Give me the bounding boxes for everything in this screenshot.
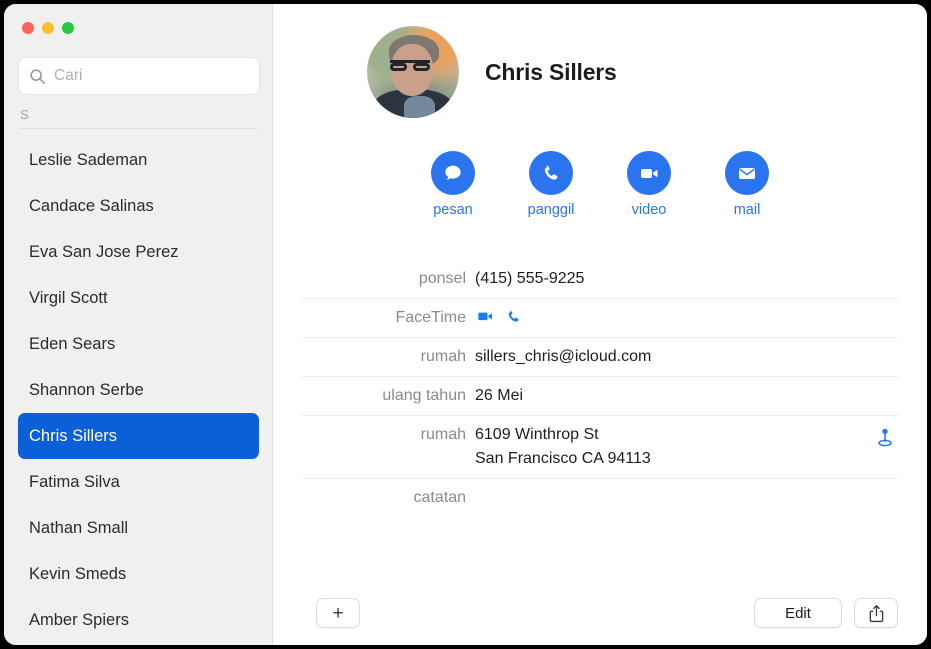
mail-button-circle — [725, 151, 769, 195]
field-label: ponsel — [302, 267, 475, 291]
share-button[interactable] — [854, 598, 898, 628]
contact-detail-pane: Chris Sillers pesan panggil — [273, 4, 927, 645]
call-button-circle — [529, 151, 573, 195]
field-label: rumah — [302, 345, 475, 369]
bottom-toolbar: + Edit — [273, 597, 927, 629]
section-header-s: S — [20, 107, 258, 129]
sidebar: S Leslie Sademan Candace Salinas Eva San… — [4, 4, 273, 645]
search-icon — [29, 68, 46, 85]
search-input[interactable] — [54, 67, 249, 85]
field-value: 26 Mei — [475, 384, 898, 408]
message-button-circle — [431, 151, 475, 195]
call-button[interactable]: panggil — [528, 151, 574, 218]
address-line-2: San Francisco CA 94113 — [475, 447, 651, 471]
zoom-button[interactable] — [62, 22, 74, 34]
message-bubble-icon — [441, 161, 465, 185]
list-item[interactable]: Shannon Serbe — [18, 367, 259, 413]
close-button[interactable] — [22, 22, 34, 34]
contact-fields: ponsel (415) 555-9225 FaceTime rumah — [302, 260, 898, 517]
share-icon — [868, 604, 885, 623]
contact-header: Chris Sillers — [367, 26, 617, 118]
contacts-window: S Leslie Sademan Candace Salinas Eva San… — [4, 4, 927, 645]
edit-button[interactable]: Edit — [754, 598, 842, 628]
message-button[interactable]: pesan — [430, 151, 476, 218]
add-contact-button[interactable]: + — [316, 598, 360, 628]
facetime-video-icon[interactable] — [475, 306, 495, 326]
message-button-label: pesan — [433, 202, 473, 218]
list-item-selected[interactable]: Chris Sillers — [18, 413, 259, 459]
avatar[interactable] — [367, 26, 459, 118]
avatar-glasses — [390, 60, 430, 71]
video-button-circle — [627, 151, 671, 195]
page-title: Chris Sillers — [485, 59, 617, 86]
list-item[interactable]: Fatima Silva — [18, 459, 259, 505]
list-item[interactable]: Eden Sears — [18, 321, 259, 367]
field-row-email[interactable]: rumah sillers_chris@icloud.com — [302, 338, 898, 377]
facetime-audio-icon[interactable] — [505, 308, 522, 325]
list-item[interactable]: Nathan Small — [18, 505, 259, 551]
field-row-phone[interactable]: ponsel (415) 555-9225 — [302, 260, 898, 299]
field-row-notes[interactable]: catatan — [302, 479, 898, 517]
list-item[interactable]: Candace Salinas — [18, 183, 259, 229]
field-row-address[interactable]: rumah 6109 Winthrop St San Francisco CA … — [302, 416, 898, 479]
call-button-label: panggil — [528, 202, 575, 218]
phone-icon — [540, 162, 562, 184]
list-item[interactable]: Eva San Jose Perez — [18, 229, 259, 275]
field-value: 6109 Winthrop St San Francisco CA 94113 — [475, 423, 898, 471]
minimize-button[interactable] — [42, 22, 54, 34]
video-button[interactable]: video — [626, 151, 672, 218]
mail-button-label: mail — [734, 202, 761, 218]
traffic-lights — [22, 22, 74, 34]
list-item[interactable]: Amber Spiers — [18, 597, 259, 643]
field-label: FaceTime — [302, 306, 475, 330]
video-camera-icon — [637, 161, 661, 185]
field-value: (415) 555-9225 — [475, 267, 898, 291]
edit-button-label: Edit — [785, 605, 811, 622]
map-pin-icon[interactable] — [876, 428, 894, 448]
field-label: rumah — [302, 423, 475, 447]
field-value — [475, 306, 898, 326]
list-item[interactable]: Kevin Smeds — [18, 551, 259, 597]
mail-button[interactable]: mail — [724, 151, 770, 218]
contact-list[interactable]: Leslie Sademan Candace Salinas Eva San J… — [4, 137, 273, 645]
field-value: sillers_chris@icloud.com — [475, 345, 898, 369]
action-buttons: pesan panggil video — [430, 151, 770, 218]
field-label: catatan — [302, 486, 475, 510]
video-button-label: video — [632, 202, 667, 218]
avatar-collar — [404, 96, 435, 118]
search-field[interactable] — [18, 57, 260, 95]
field-row-facetime[interactable]: FaceTime — [302, 299, 898, 338]
field-label: ulang tahun — [302, 384, 475, 408]
address-line-1: 6109 Winthrop St — [475, 423, 651, 447]
list-item[interactable]: Virgil Scott — [18, 275, 259, 321]
field-row-birthday[interactable]: ulang tahun 26 Mei — [302, 377, 898, 416]
envelope-icon — [735, 161, 759, 185]
add-contact-label: + — [332, 604, 343, 623]
list-item[interactable]: Leslie Sademan — [18, 137, 259, 183]
